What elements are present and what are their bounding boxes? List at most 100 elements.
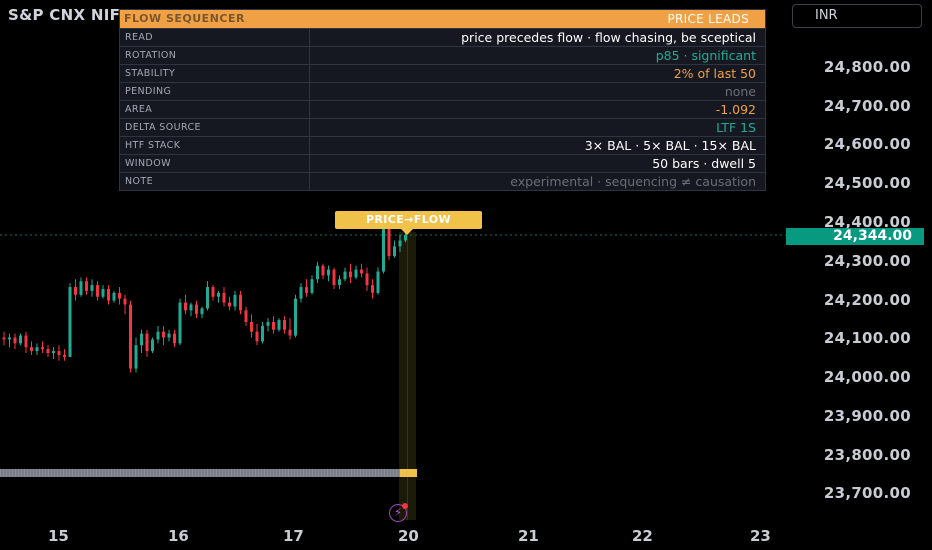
flow-row: PENDING none — [120, 82, 765, 100]
candle — [63, 349, 66, 361]
candle — [118, 287, 121, 305]
candle — [233, 290, 237, 311]
flow-row: HTF STACK 3× BAL · 5× BAL · 15× BAL — [120, 136, 765, 154]
candle — [46, 345, 50, 357]
candle — [8, 333, 11, 348]
candle — [294, 294, 297, 338]
candle — [79, 277, 83, 297]
candle — [283, 316, 286, 334]
candle — [129, 300, 132, 373]
candle — [382, 224, 385, 274]
candle — [200, 306, 204, 319]
candle — [178, 298, 182, 346]
time-axis-label: 17 — [283, 527, 304, 545]
candle — [74, 279, 77, 301]
candle — [288, 318, 292, 340]
candle — [316, 261, 319, 284]
candle — [244, 306, 248, 326]
candle — [272, 316, 275, 334]
candle — [211, 285, 215, 301]
candle — [123, 294, 127, 315]
candle — [387, 226, 391, 260]
candle — [305, 279, 308, 297]
candle — [349, 263, 352, 284]
candle — [112, 290, 116, 303]
candle — [310, 275, 314, 295]
candle — [35, 343, 39, 355]
candle — [2, 331, 6, 346]
candle — [222, 287, 226, 307]
flow-row: READ price precedes flow · flow chasing, … — [120, 28, 765, 46]
price-flow-signal-badge: PRICE→FLOW — [335, 211, 482, 235]
flow-row-key: READ — [120, 29, 310, 46]
currency-button[interactable]: INR — [792, 4, 922, 28]
candle — [107, 285, 110, 305]
candle — [167, 329, 171, 342]
time-axis-label: 23 — [750, 527, 771, 545]
candle — [321, 263, 325, 280]
flow-row: STABILITY 2% of last 50 — [120, 64, 765, 82]
candle — [266, 318, 270, 332]
candle — [371, 279, 374, 299]
flow-row-key: WINDOW — [120, 155, 310, 172]
candle — [96, 281, 99, 301]
candle — [327, 265, 330, 282]
window-progress-strip — [0, 469, 417, 477]
candle — [189, 302, 193, 317]
flow-row: ROTATION p85 · significant — [120, 46, 765, 64]
time-axis-label: 22 — [632, 527, 653, 545]
flow-sequencer-rows: READ price precedes flow · flow chasing, … — [120, 28, 765, 190]
time-axis[interactable]: 15 16 17 20 21 22 23 — [0, 522, 786, 550]
price-tick: 23,700.00 — [823, 484, 911, 502]
flow-sequencer-title: FLOW SEQUENCER — [124, 12, 245, 25]
chart-pane[interactable]: S&P CNX NIFTY INDEX FUTURES · 15 · NSE F… — [0, 0, 786, 522]
flow-row: NOTE experimental · sequencing ≠ causatio… — [120, 172, 765, 190]
candle — [151, 337, 154, 354]
candle — [90, 279, 94, 297]
time-axis-label: 20 — [398, 527, 419, 545]
candle — [19, 333, 22, 346]
candle — [376, 267, 380, 295]
flow-row-value: 2% of last 50 — [673, 66, 756, 81]
candle — [354, 265, 358, 280]
price-tick: 23,800.00 — [823, 446, 911, 464]
candle — [134, 337, 138, 373]
time-axis-label: 21 — [518, 527, 539, 545]
flow-row-value: experimental · sequencing ≠ causation — [510, 174, 756, 189]
flow-row-value: -1.092 — [715, 102, 756, 117]
price-scale[interactable]: INR 24,800.00 24,700.00 24,600.00 24,500.00… — [786, 0, 932, 550]
flow-sequencer-panel: FLOW SEQUENCER PRICE LEADS READ price pre… — [119, 9, 766, 191]
candle — [338, 275, 341, 289]
price-tick: 23,900.00 — [823, 407, 911, 425]
price-tick: 24,000.00 — [823, 368, 911, 386]
time-axis-label: 16 — [168, 527, 189, 545]
candle — [255, 323, 259, 346]
flow-row: WINDOW 50 bars · dwell 5 — [120, 154, 765, 172]
price-tick: 24,100.00 — [823, 329, 911, 347]
price-tick: 24,500.00 — [823, 174, 911, 192]
candle — [101, 285, 105, 299]
candle — [173, 329, 176, 348]
flow-row-key: NOTE — [120, 173, 310, 190]
candle — [52, 347, 55, 359]
flow-status-label: PRICE LEADS — [667, 12, 749, 26]
candle — [41, 341, 44, 354]
flow-row-key: HTF STACK — [120, 137, 310, 154]
candle — [85, 277, 88, 295]
price-tick: 24,700.00 — [823, 97, 911, 115]
flow-row-value: 3× BAL · 5× BAL · 15× BAL — [584, 138, 756, 153]
time-axis-label: 15 — [48, 527, 69, 545]
candle — [145, 329, 149, 357]
candle — [393, 240, 396, 258]
flow-row-value: none — [724, 84, 756, 99]
flow-row-key: DELTA SOURCE — [120, 119, 310, 136]
candle — [332, 267, 336, 289]
flow-sequencer-header: FLOW SEQUENCER PRICE LEADS — [120, 10, 765, 28]
candle — [228, 296, 231, 311]
flow-row-key: AREA — [120, 101, 310, 118]
price-tick: 24,600.00 — [823, 135, 911, 153]
candle — [195, 300, 198, 319]
candle — [277, 318, 281, 332]
candle — [162, 325, 165, 346]
notification-dot — [402, 503, 408, 509]
